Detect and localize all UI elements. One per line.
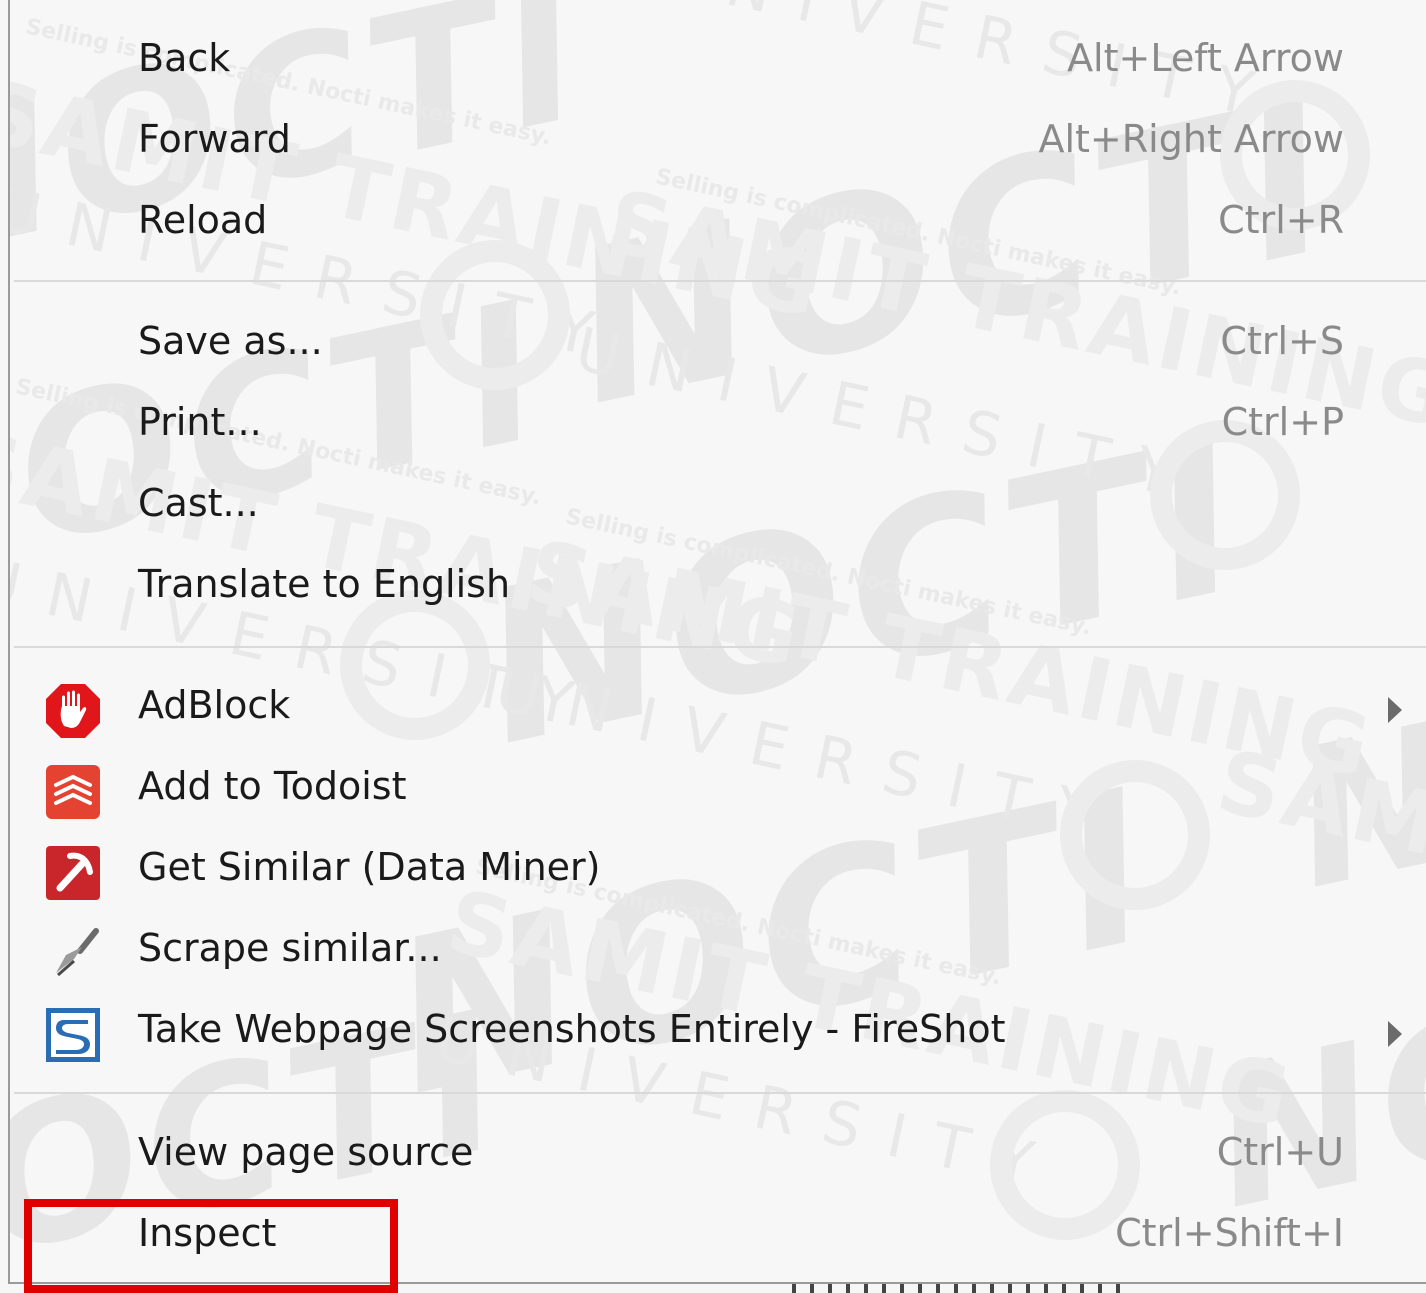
submenu-arrow-icon bbox=[1388, 1021, 1402, 1047]
data-miner-icon bbox=[44, 844, 102, 902]
adblock-icon bbox=[44, 682, 102, 740]
menu-item-shortcut: Ctrl+P bbox=[1221, 400, 1344, 444]
menu-item-label: Take Webpage Screenshots Entirely - Fire… bbox=[138, 1007, 1006, 1051]
menu-item-shortcut: Ctrl+S bbox=[1220, 319, 1344, 363]
menu-item-shortcut: Alt+Left Arrow bbox=[1067, 36, 1344, 80]
menu-item-shortcut: Alt+Right Arrow bbox=[1038, 117, 1344, 161]
scraper-icon bbox=[44, 925, 102, 983]
menu-item-back[interactable]: Back Alt+Left Arrow bbox=[10, 24, 1426, 105]
menu-item-label: Save as... bbox=[138, 319, 323, 363]
menu-item-label: Forward bbox=[138, 117, 291, 161]
screenshot-page: NOCTI NOCTI NOCTI NOCTI NOCTI NOCTI NOCT… bbox=[0, 0, 1426, 1293]
menu-item-cast[interactable]: Cast... bbox=[10, 469, 1426, 550]
menu-item-view-source[interactable]: View page source Ctrl+U bbox=[10, 1118, 1426, 1199]
menu-item-shortcut: Ctrl+Shift+I bbox=[1115, 1211, 1344, 1255]
menu-item-scrape-similar[interactable]: Scrape similar... bbox=[10, 914, 1426, 995]
menu-separator bbox=[14, 646, 1426, 648]
context-menu: NOCTI NOCTI NOCTI NOCTI NOCTI NOCTI NOCT… bbox=[8, 0, 1426, 1284]
menu-item-reload[interactable]: Reload Ctrl+R bbox=[10, 186, 1426, 267]
menu-item-label: AdBlock bbox=[138, 683, 291, 727]
menu-item-label: Scrape similar... bbox=[138, 926, 442, 970]
menu-item-label: Back bbox=[138, 36, 231, 80]
menu-item-label: Get Similar (Data Miner) bbox=[138, 845, 601, 889]
menu-item-save-as[interactable]: Save as... Ctrl+S bbox=[10, 307, 1426, 388]
menu-item-adblock[interactable]: AdBlock bbox=[10, 671, 1426, 752]
menu-item-forward[interactable]: Forward Alt+Right Arrow bbox=[10, 105, 1426, 186]
menu-item-label: View page source bbox=[138, 1130, 474, 1174]
menu-item-get-similar[interactable]: Get Similar (Data Miner) bbox=[10, 833, 1426, 914]
fireshot-icon bbox=[44, 1006, 102, 1064]
menu-separator bbox=[14, 280, 1426, 282]
menu-item-label: Translate to English bbox=[138, 562, 511, 606]
menu-item-translate[interactable]: Translate to English bbox=[10, 550, 1426, 631]
menu-item-label: Print... bbox=[138, 400, 262, 444]
menu-item-shortcut: Ctrl+U bbox=[1216, 1130, 1344, 1174]
menu-item-label: Reload bbox=[138, 198, 268, 242]
menu-item-label: Cast... bbox=[138, 481, 259, 525]
menu-separator bbox=[14, 1092, 1426, 1094]
menu-item-label: Add to Todoist bbox=[138, 764, 407, 808]
inspect-highlight-box bbox=[24, 1199, 398, 1293]
submenu-arrow-icon bbox=[1388, 697, 1402, 723]
menu-item-fireshot[interactable]: Take Webpage Screenshots Entirely - Fire… bbox=[10, 995, 1426, 1076]
menu-item-shortcut: Ctrl+R bbox=[1218, 198, 1344, 242]
background-page-strip-bottom bbox=[792, 1284, 1132, 1293]
menu-item-print[interactable]: Print... Ctrl+P bbox=[10, 388, 1426, 469]
todoist-icon bbox=[44, 763, 102, 821]
menu-item-add-to-todoist[interactable]: Add to Todoist bbox=[10, 752, 1426, 833]
